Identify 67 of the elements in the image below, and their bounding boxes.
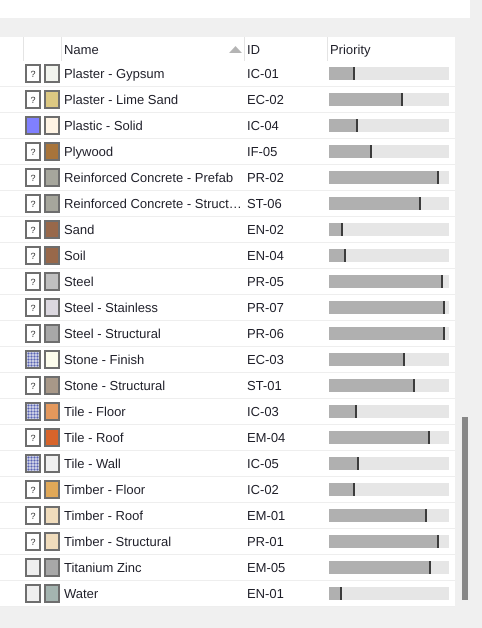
- unknown-marker-icon: ?: [25, 298, 41, 317]
- id-cell-text: ST-06: [246, 196, 283, 211]
- unknown-marker-icon: ?: [25, 90, 41, 109]
- id-cell-text: EM-04: [246, 430, 286, 445]
- name-cell-text: Titanium Zinc: [63, 560, 143, 575]
- id-cell-text: IC-02: [246, 482, 280, 497]
- unknown-marker-icon: ?: [25, 376, 41, 395]
- unknown-marker-icon: ?: [25, 324, 41, 343]
- unknown-marker-icon: ?: [25, 168, 41, 187]
- id-cell-text: EN-04: [246, 248, 285, 263]
- name-cell-text: Tile - Wall: [63, 456, 122, 471]
- name-cell-text: Tile - Floor: [63, 404, 127, 419]
- name-cell-text: Reinforced Concrete - Prefab: [63, 170, 234, 185]
- name-cell-text: Plaster - Lime Sand: [63, 92, 180, 107]
- id-cell-text: EM-05: [246, 560, 286, 575]
- id-cell-text: PR-05: [246, 274, 285, 289]
- id-cell-text: IF-05: [246, 144, 278, 159]
- column-header[interactable]: Priority: [328, 37, 455, 61]
- unknown-marker-icon: ?: [25, 532, 41, 551]
- column-header[interactable]: ID: [245, 37, 328, 61]
- name-cell-text: Steel - Structural: [63, 326, 162, 341]
- blank-marker-icon: [25, 558, 41, 577]
- id-cell-text: EC-03: [246, 352, 285, 367]
- name-cell-text: Stone - Structural: [63, 378, 166, 393]
- name-cell-text: Plaster - Gypsum: [63, 66, 166, 81]
- sort-ascending-icon: [229, 46, 242, 53]
- name-cell-text: Timber - Floor: [63, 482, 146, 497]
- name-cell-text: Timber - Roof: [63, 508, 144, 523]
- id-cell-text: ST-01: [246, 378, 283, 393]
- name-cell-text: Plastic - Solid: [63, 118, 144, 133]
- unknown-marker-icon: ?: [25, 506, 41, 525]
- unknown-marker-icon: ?: [25, 194, 41, 213]
- id-cell-text: EN-02: [246, 222, 285, 237]
- id-cell-text: EN-01: [246, 586, 285, 601]
- name-cell-text: Sand: [63, 222, 96, 237]
- unknown-marker-icon: ?: [25, 272, 41, 291]
- name-cell-text: Steel: [63, 274, 95, 289]
- id-cell-text: IC-03: [246, 404, 280, 419]
- column-header[interactable]: Name: [62, 37, 245, 61]
- name-cell-text: Plywood: [63, 144, 114, 159]
- unknown-marker-icon: ?: [25, 246, 41, 265]
- scrollbar-thumb[interactable]: [462, 417, 468, 600]
- id-cell-text: PR-02: [246, 170, 285, 185]
- name-cell-text: Tile - Roof: [63, 430, 124, 445]
- id-cell-text: IC-05: [246, 456, 280, 471]
- name-cell-text: Soil: [63, 248, 87, 263]
- unknown-marker-icon: ?: [25, 480, 41, 499]
- name-cell-text: Steel - Stainless: [63, 300, 159, 315]
- name-cell-text: Reinforced Concrete - Struct…: [63, 196, 243, 211]
- name-cell-text: Water: [63, 586, 100, 601]
- id-cell-text: EC-02: [246, 92, 285, 107]
- id-cell-text: IC-01: [246, 66, 280, 81]
- pattern-marker-icon: [25, 402, 41, 421]
- name-cell-text: Timber - Structural: [63, 534, 172, 549]
- name-cell-text: Stone - Finish: [63, 352, 146, 367]
- unknown-marker-icon: ?: [25, 142, 41, 161]
- pattern-marker-icon: [25, 350, 41, 369]
- pattern-marker-icon: [25, 454, 41, 473]
- id-cell-text: EM-01: [246, 508, 286, 523]
- unknown-marker-icon: ?: [25, 220, 41, 239]
- id-cell-text: IC-04: [246, 118, 280, 133]
- unknown-marker-icon: ?: [25, 428, 41, 447]
- id-cell-text: PR-07: [246, 300, 285, 315]
- id-cell-text: PR-06: [246, 326, 285, 341]
- unknown-marker-icon: ?: [25, 64, 41, 83]
- id-cell-text: PR-01: [246, 534, 285, 549]
- blank-marker-icon: [25, 584, 41, 603]
